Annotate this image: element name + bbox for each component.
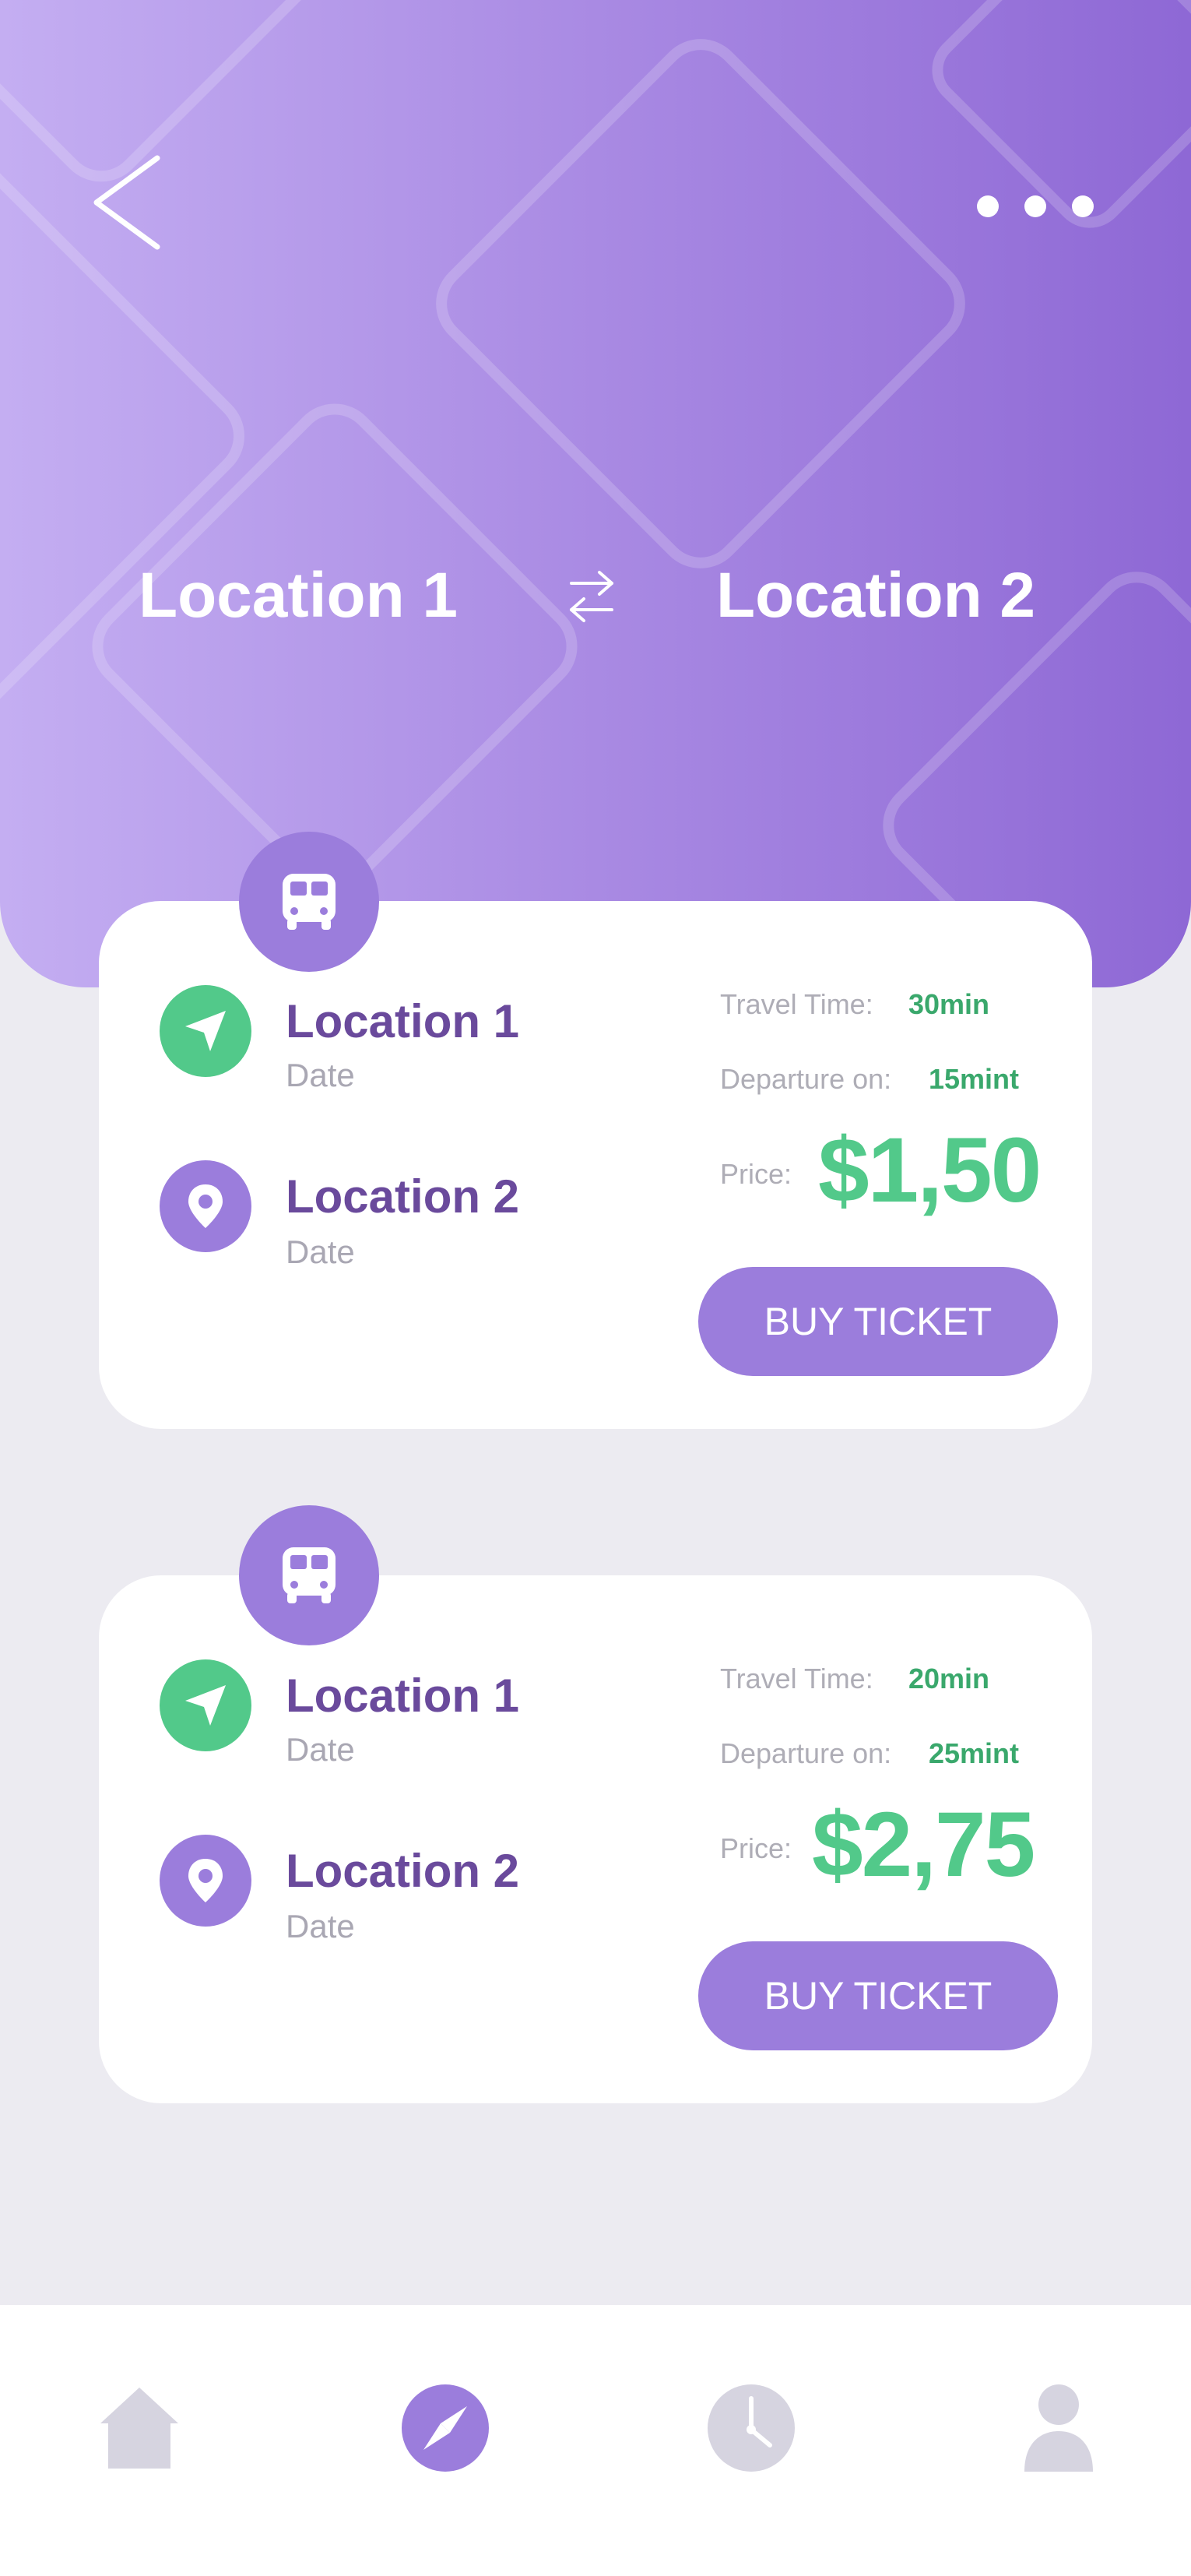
more-dot — [1072, 195, 1094, 217]
more-options-button[interactable] — [977, 183, 1094, 230]
swap-button[interactable] — [567, 565, 617, 627]
origin-name: Location 1 — [286, 1670, 520, 1722]
buy-ticket-button[interactable]: BUY TICKET — [698, 1941, 1058, 2050]
bus-badge — [239, 832, 379, 972]
back-button[interactable] — [86, 152, 171, 253]
departure-label: Departure on: — [720, 1737, 892, 1769]
header-to-location: Location 2 — [716, 560, 1036, 631]
origin-marker — [160, 985, 251, 1077]
header-banner: Location 1 Location 2 — [0, 0, 1191, 987]
price-label: Price: — [720, 1832, 792, 1864]
origin-marker — [160, 1659, 251, 1751]
price-value: $1,50 — [818, 1119, 1042, 1222]
route-summary: Location 1 Location 2 — [0, 545, 1191, 646]
more-dot — [1024, 195, 1046, 217]
bus-icon — [283, 874, 336, 930]
decorative-pattern — [0, 0, 1191, 987]
travel-time-label: Travel Time: — [720, 1663, 873, 1694]
origin-name: Location 1 — [286, 995, 520, 1047]
destination-marker — [160, 1160, 251, 1252]
nav-explore[interactable] — [391, 2374, 500, 2483]
departure-value: 25mint — [929, 1737, 1020, 1769]
departure-label: Departure on: — [720, 1063, 892, 1095]
nav-history[interactable] — [697, 2374, 806, 2483]
travel-time-label: Travel Time: — [720, 988, 873, 1020]
home-icon — [100, 2388, 178, 2469]
buy-ticket-button[interactable]: BUY TICKET — [698, 1267, 1058, 1376]
location-pin-icon — [188, 1184, 223, 1228]
swap-arrows-icon — [570, 571, 613, 622]
bottom-navigation — [0, 2305, 1191, 2576]
departure-value: 15mint — [929, 1063, 1020, 1095]
navigation-arrow-icon — [185, 1685, 226, 1726]
bus-icon — [283, 1547, 336, 1603]
travel-time-value: 20min — [908, 1663, 990, 1694]
origin-date: Date — [286, 1057, 355, 1093]
profile-icon — [1024, 2384, 1093, 2472]
destination-marker — [160, 1835, 251, 1927]
destination-date: Date — [286, 1233, 355, 1270]
origin-date: Date — [286, 1731, 355, 1768]
travel-time-value: 30min — [908, 988, 990, 1020]
compass-icon — [402, 2384, 489, 2472]
destination-date: Date — [286, 1908, 355, 1944]
location-pin-icon — [188, 1859, 223, 1902]
nav-home[interactable] — [85, 2374, 194, 2483]
trip-card[interactable]: Location 1 Date Location 2 Date Travel T… — [99, 901, 1092, 1429]
more-dots-icon — [977, 195, 999, 217]
destination-name: Location 2 — [286, 1845, 520, 1897]
trip-card[interactable]: Location 1 Date Location 2 Date Travel T… — [99, 1575, 1092, 2103]
nav-profile[interactable] — [1004, 2374, 1113, 2483]
header-from-location: Location 1 — [139, 560, 458, 631]
clock-icon — [708, 2384, 795, 2472]
price-value: $2,75 — [812, 1793, 1035, 1896]
destination-name: Location 2 — [286, 1170, 520, 1223]
price-label: Price: — [720, 1158, 792, 1190]
navigation-arrow-icon — [185, 1011, 226, 1051]
chevron-left-icon — [93, 155, 160, 250]
bus-badge — [239, 1505, 379, 1645]
